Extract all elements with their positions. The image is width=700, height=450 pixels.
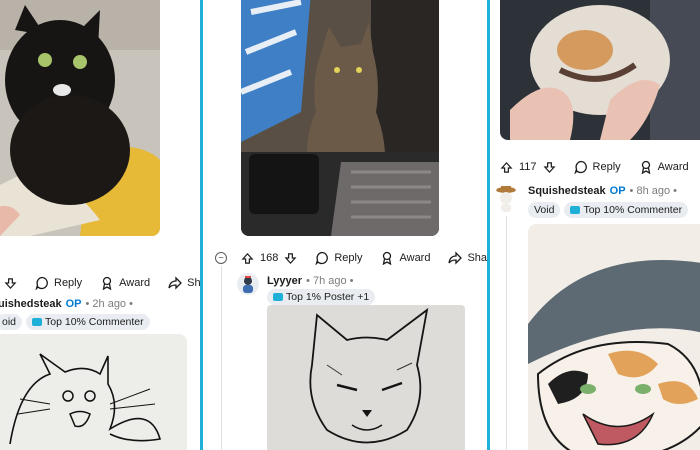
username[interactable]: uishedsteak: [0, 298, 62, 310]
reply-icon: [315, 251, 329, 265]
upvote-icon[interactable]: [241, 252, 254, 265]
reply-label: Reply: [592, 161, 621, 173]
username[interactable]: Lyyyer: [267, 275, 302, 287]
left-flair-row: oid Top 10% Commenter: [0, 314, 150, 330]
commenter-flair: Top 10% Commenter: [564, 202, 689, 218]
avatar[interactable]: [237, 273, 259, 295]
share-label: Shar: [467, 252, 490, 264]
cat-painting-image[interactable]: [528, 224, 700, 450]
black-cat-photo[interactable]: [0, 0, 160, 236]
reply-label: Reply: [54, 277, 83, 289]
right-comment-column: 117 Reply Award Squishedsteak OP • 8h ag…: [490, 0, 700, 450]
cat-drawing-image[interactable]: [0, 334, 187, 450]
right-comment-header: Squishedsteak OP • 8h ago •: [528, 185, 677, 197]
downvote-button[interactable]: [4, 277, 17, 290]
poster-flair-label: Top 1% Poster +1: [286, 291, 370, 303]
award-label: Award: [119, 277, 151, 289]
badge-icon: [273, 293, 283, 301]
timestamp: • 8h ago •: [629, 185, 678, 197]
right-flair-row: Void Top 10% Commenter: [528, 202, 689, 218]
share-icon: [168, 276, 183, 290]
timestamp: • 7h ago •: [306, 275, 354, 287]
share-button[interactable]: Sh: [168, 276, 200, 290]
award-label: Award: [399, 252, 431, 264]
reply-label: Reply: [334, 252, 363, 264]
commenter-flair: Top 10% Commenter: [26, 314, 150, 330]
vote-control: 117: [500, 161, 556, 174]
avatar-cowboy-icon: [496, 186, 516, 212]
vote-count: 168: [260, 252, 279, 264]
share-label: Sh: [187, 277, 200, 289]
upvote-icon[interactable]: [500, 161, 513, 174]
award-button[interactable]: Award: [100, 276, 150, 290]
collapse-thread-button[interactable]: −: [215, 252, 227, 264]
reply-button[interactable]: Reply: [573, 160, 621, 174]
award-label: Award: [657, 161, 689, 173]
downvote-icon[interactable]: [543, 161, 556, 174]
award-icon: [383, 251, 392, 265]
middle-action-bar: 168 Reply Award Shar: [241, 251, 490, 265]
vote-count: 117: [519, 161, 537, 173]
award-button[interactable]: Award: [380, 251, 430, 265]
op-badge: OP: [65, 298, 82, 310]
badge-icon: [32, 318, 43, 326]
thread-line[interactable]: [221, 266, 222, 450]
poster-flair: Top 1% Poster +1: [267, 289, 376, 305]
middle-flair-row: Top 1% Poster +1: [267, 289, 376, 305]
reply-button[interactable]: Reply: [315, 251, 362, 265]
left-comment-header: uishedsteak OP • 2h ago •: [0, 298, 133, 310]
vote-control: 168: [241, 252, 297, 265]
left-comment-column: Reply Award Sh uishedsteak OP • 2h ago •…: [0, 0, 200, 450]
void-flair: oid: [0, 314, 23, 330]
commenter-flair-label: Top 10% Commenter: [583, 204, 683, 216]
commenter-flair-label: Top 10% Commenter: [45, 316, 144, 328]
reply-icon: [573, 160, 587, 174]
badge-icon: [570, 206, 581, 214]
right-action-bar: 117 Reply Award: [500, 160, 700, 174]
share-icon: [448, 251, 463, 265]
avatar[interactable]: [494, 184, 518, 212]
username[interactable]: Squishedsteak: [528, 185, 606, 197]
reply-icon: [35, 276, 48, 290]
middle-comment-header: Lyyyer • 7h ago •: [267, 275, 354, 287]
left-action-bar: Reply Award Sh: [4, 276, 200, 290]
timestamp: • 2h ago •: [85, 298, 133, 310]
void-flair: Void: [528, 202, 561, 218]
op-badge: OP: [609, 185, 626, 197]
reply-button[interactable]: Reply: [35, 276, 82, 290]
downvote-icon: [4, 277, 17, 289]
collapse-icon: −: [218, 253, 224, 264]
avatar-figure-icon: [243, 276, 253, 293]
share-button[interactable]: Shar: [448, 251, 490, 265]
cat-sitting-photo[interactable]: [241, 0, 439, 236]
cat-sketch-image[interactable]: [267, 305, 465, 450]
thread-line[interactable]: [506, 216, 507, 450]
award-button[interactable]: Award: [639, 160, 689, 174]
award-icon: [102, 276, 112, 290]
cat-grin-photo[interactable]: [500, 0, 700, 140]
award-icon: [641, 160, 651, 174]
downvote-icon[interactable]: [284, 252, 297, 265]
middle-comment-column: − 168 Reply Award Shar Lyyyer • 7h ago •…: [200, 0, 490, 450]
